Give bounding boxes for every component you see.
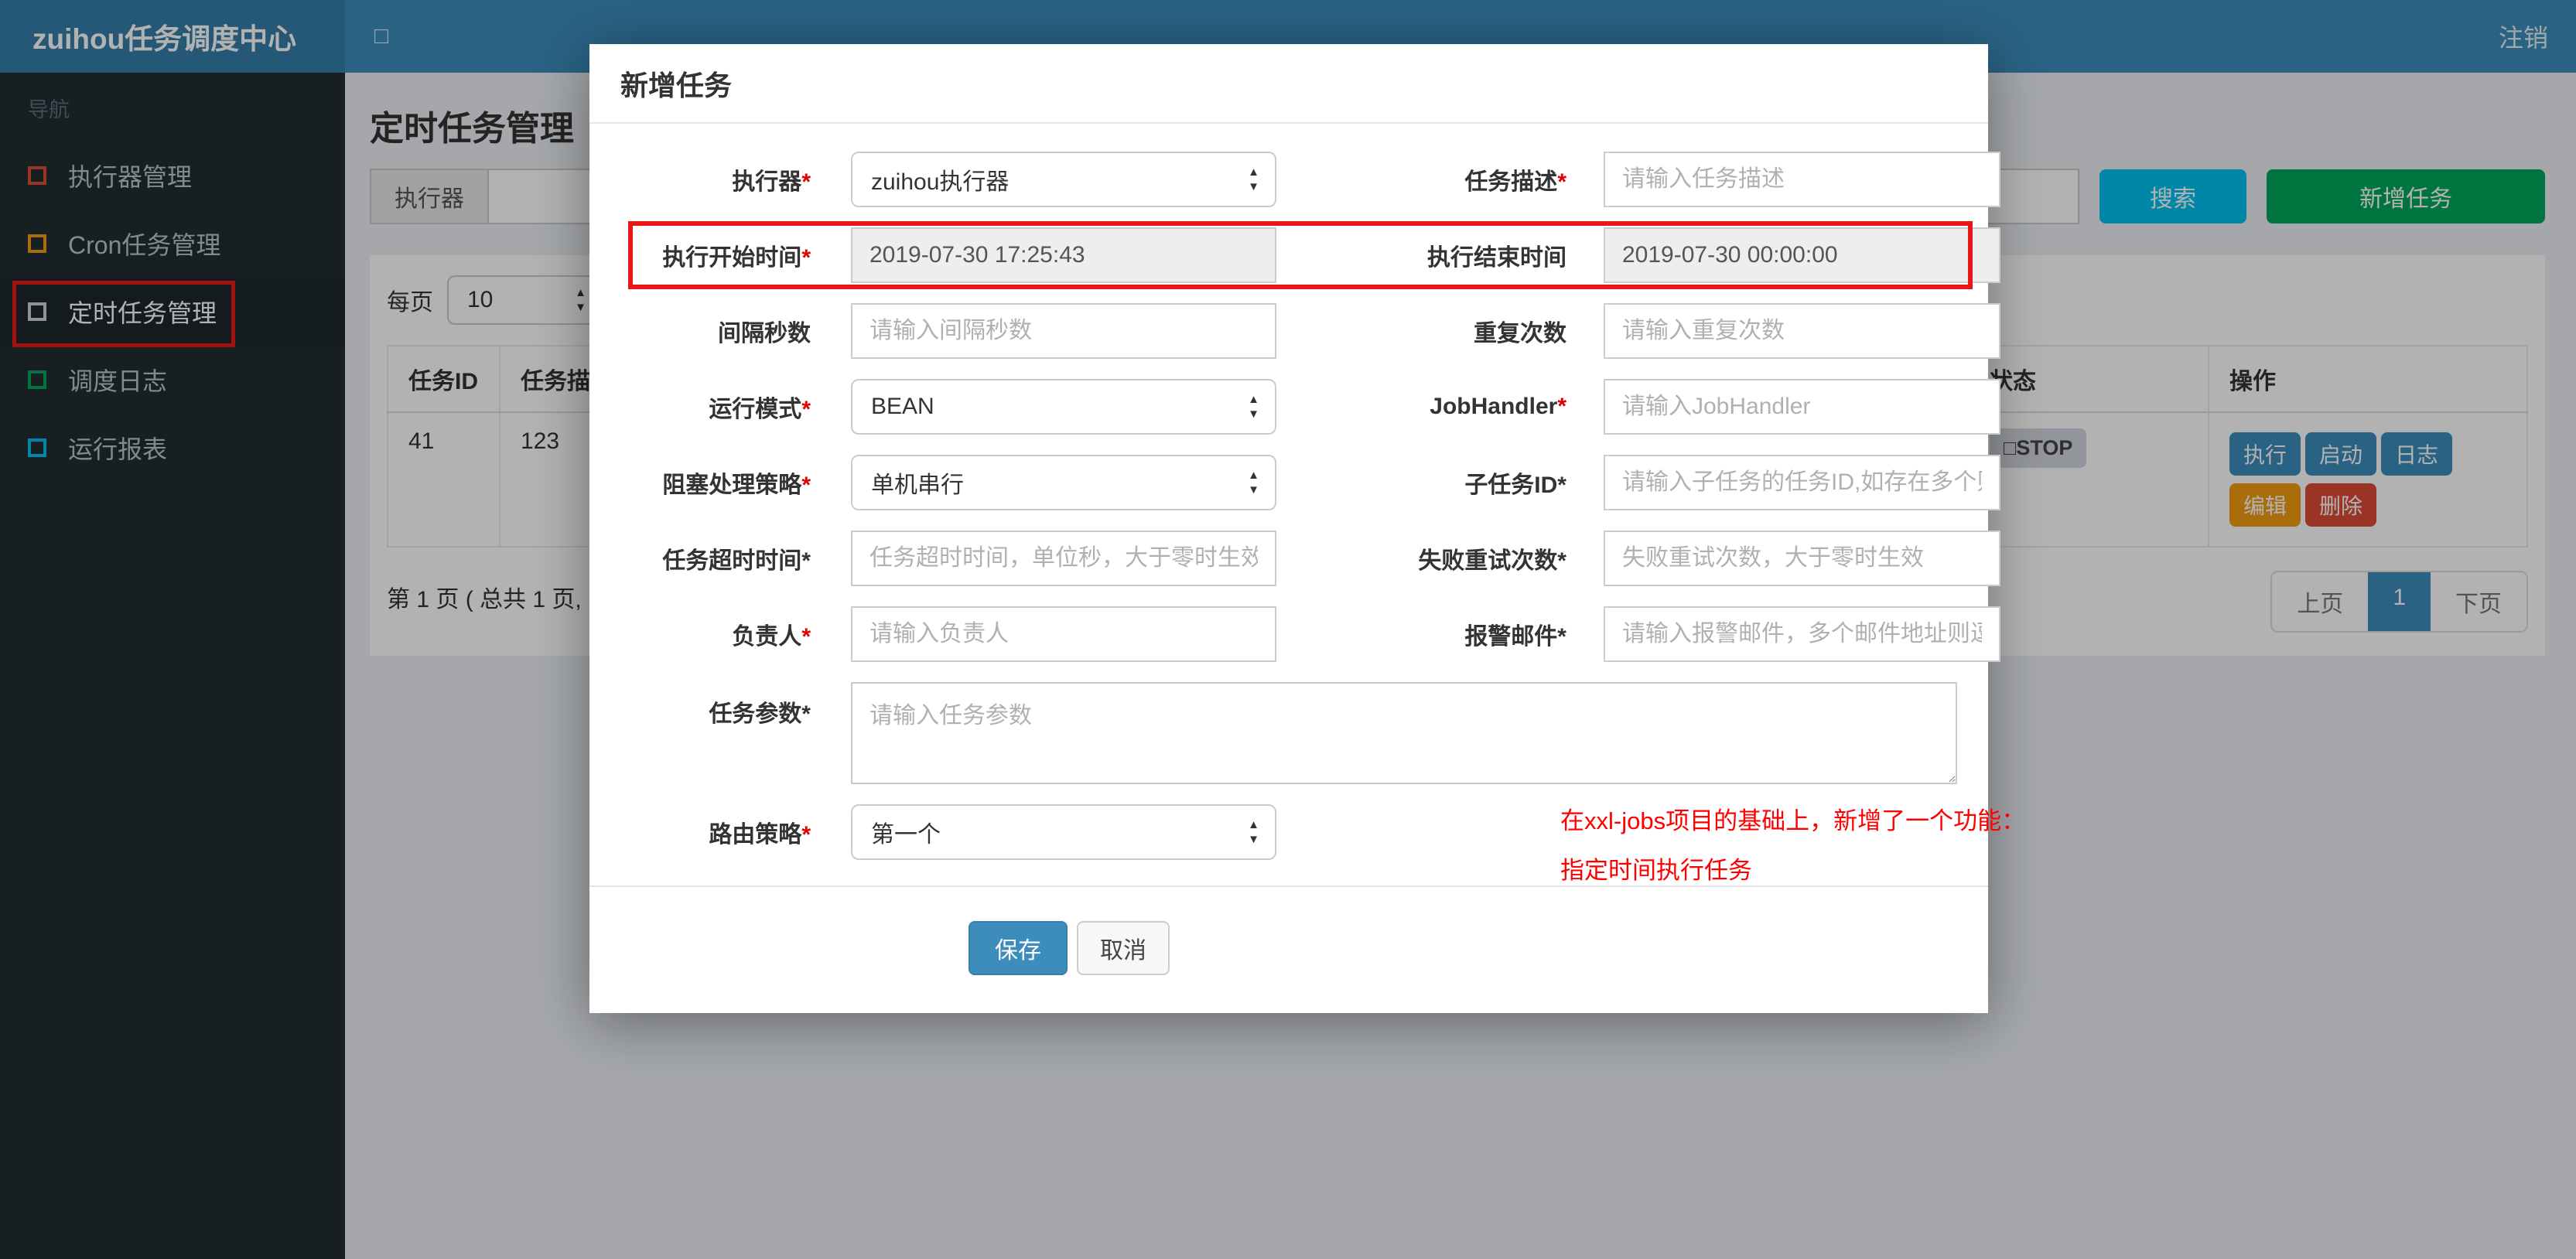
owner-label: 负责人* [732,624,811,650]
modal-header: 新增任务 [589,44,1988,124]
task-params-textarea[interactable] [851,682,1957,784]
form-row-interval-repeat: 间隔秒数 重复次数 [620,303,2000,359]
interval-label: 间隔秒数 [718,321,811,346]
run-mode-label: 运行模式* [709,397,811,422]
retry-count-input[interactable] [1604,531,2000,586]
block-strategy-select-value: 单机串行 [871,473,964,498]
form-row-block-strategy-subtask: 阻塞处理策略* 单机串行 ▲ ▼ 子任务ID* [620,455,2000,510]
start-time-label: 执行开始时间* [662,245,811,271]
form-row-routing: 路由策略* 第一个 ▲ ▼ 在xxl-jobs项目的基础上，新增了一个功能： 指定… [620,804,2025,884]
select-caret-icon: ▲ ▼ [1248,165,1259,193]
select-caret-icon: ▲ ▼ [1248,818,1259,846]
alarm-email-label: 报警邮件* [1464,624,1566,650]
jobhandler-input[interactable] [1604,379,2000,435]
form-row-owner-email: 负责人* 报警邮件* [620,606,2000,662]
modal-footer: 保存 取消 [589,885,1988,975]
repeat-count-input[interactable] [1604,303,2000,359]
form-row-task-params: 任务参数* [620,682,1957,784]
modal-title: 新增任务 [620,69,733,101]
feature-note: 在xxl-jobs项目的基础上，新增了一个功能： 指定时间执行任务 [1560,797,2025,896]
modal-body: 执行器* zuihou执行器 ▲▼ 任务描述* 执行开始时间* 执行结束时间 间… [589,124,2025,884]
cancel-button[interactable]: 取消 [1077,921,1170,975]
form-row-runmode-jobhandler: 运行模式* BEAN ▲ ▼ JobHandler* [620,379,2000,435]
form-row-start-end-time: 执行开始时间* 执行结束时间 [620,221,2000,289]
retry-count-label: 失败重试次数* [1418,548,1566,574]
description-input[interactable] [1604,152,2000,207]
interval-input[interactable] [851,303,1276,359]
form-row-executor-description: 执行器* zuihou执行器 ▲ ▼ 任务描述* [620,152,2000,207]
routing-strategy-select[interactable]: 第一个 ▲ ▼ [851,804,1276,860]
end-time-label: 执行结束时间 [1427,245,1566,271]
block-strategy-select[interactable]: 单机串行 ▲ ▼ [851,455,1276,510]
run-mode-select[interactable]: BEAN ▲ ▼ [851,379,1276,435]
alarm-email-input[interactable] [1604,606,2000,662]
run-mode-select-value: BEAN [871,394,934,419]
feature-note-line2: 指定时间执行任务 [1560,857,1752,884]
feature-note-line1: 在xxl-jobs项目的基础上，新增了一个功能： [1560,807,2026,834]
executor-select[interactable]: zuihou执行器 ▲ ▼ [851,152,1276,207]
executor-select-value: zuihou执行器 [871,169,1010,195]
add-task-modal: 新增任务 执行器* zuihou执行器 ▲▼ 任务描述* 执行开始时间* 执行结… [589,44,2025,1013]
select-caret-icon: ▲ ▼ [1248,469,1259,496]
routing-strategy-select-value: 第一个 [871,822,941,848]
description-label: 任务描述* [1464,169,1566,195]
timeout-label: 任务超时时间* [662,548,811,574]
start-time-input[interactable] [851,227,1276,283]
repeat-count-label: 重复次数 [1474,321,1566,346]
subtask-id-label: 子任务ID* [1464,473,1566,498]
timeout-input[interactable] [851,531,1276,586]
end-time-input[interactable] [1604,227,2000,283]
executor-label: 执行器* [732,169,811,195]
owner-input[interactable] [851,606,1276,662]
form-row-timeout-retry: 任务超时时间* 失败重试次数* [620,531,2000,586]
jobhandler-label: JobHandler* [1430,394,1566,419]
routing-strategy-label: 路由策略* [709,822,811,848]
subtask-id-input[interactable] [1604,455,2000,510]
task-params-label: 任务参数* [709,701,811,727]
block-strategy-label: 阻塞处理策略* [662,473,811,498]
save-button[interactable]: 保存 [969,921,1068,975]
select-caret-icon: ▲ ▼ [1248,393,1259,421]
